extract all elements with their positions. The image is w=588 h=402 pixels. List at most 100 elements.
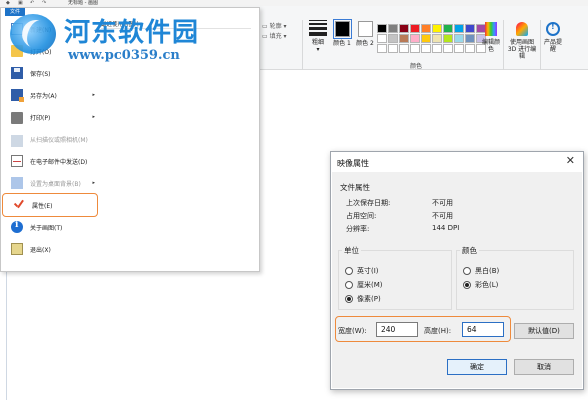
resolution-value: 144 DPI (432, 224, 460, 232)
palette-swatch[interactable] (465, 24, 475, 33)
last-saved-key: 上次保存日期: (346, 199, 391, 207)
width-input[interactable]: 240 (376, 322, 418, 337)
palette-swatch[interactable] (410, 24, 420, 33)
canvas-edge (6, 260, 7, 400)
file-menu-item[interactable]: 从扫描仪或照相机(M) (1, 128, 101, 150)
chevron-down-icon: ▾ (316, 46, 320, 53)
size-label: 粗细 (311, 39, 324, 46)
palette-swatch[interactable] (377, 24, 387, 33)
width-label: 宽度(W): (338, 327, 367, 335)
cancel-button[interactable]: 取消 (514, 359, 574, 375)
watermark-logo (10, 14, 56, 54)
unit-inches-radio[interactable]: 英寸(I) (345, 266, 379, 276)
palette-swatch[interactable] (410, 44, 420, 53)
unit-pixels-radio[interactable]: 像素(P) (345, 294, 381, 304)
edit-colors-label: 编辑颜色 (481, 39, 500, 53)
printer-icon (11, 112, 23, 124)
palette-swatch[interactable] (465, 34, 475, 43)
resolution-key: 分辨率: (346, 225, 370, 233)
palette-swatch[interactable] (443, 34, 453, 43)
palette-swatch[interactable] (432, 44, 442, 53)
watermark-url: www.pc0359.cn (68, 48, 180, 63)
palette-swatch[interactable] (388, 44, 398, 53)
colors-heading: 颜色 (460, 245, 479, 256)
palette-swatch[interactable] (421, 34, 431, 43)
file-menu-item[interactable]: 关于画图(T) (1, 216, 101, 238)
height-input[interactable]: 64 (462, 322, 504, 337)
close-icon[interactable]: ✕ (566, 155, 575, 167)
palette-swatch[interactable] (399, 34, 409, 43)
palette-swatch[interactable] (465, 44, 475, 53)
file-menu-item-label: 打印(P) (30, 114, 51, 122)
color-color-radio[interactable]: 彩色(L) (463, 280, 498, 290)
checkmark-icon (13, 199, 25, 211)
edit-colors-button[interactable]: 编辑颜色 (480, 22, 502, 53)
file-menu-item[interactable]: 保存(S) (1, 62, 101, 84)
dialog-body: 文件属性 上次保存日期: 不可用 占用空间: 不可用 分辨率: 144 DPI … (332, 172, 582, 388)
outline-dropdown[interactable]: ▭ 轮廓 ▾ (262, 22, 287, 32)
image-properties-dialog: 映像属性 ✕ 文件属性 上次保存日期: 不可用 占用空间: 不可用 分辨率: 1… (330, 151, 584, 390)
palette-swatch[interactable] (388, 24, 398, 33)
default-button[interactable]: 默认值(D) (514, 323, 574, 339)
ribbon-separator (540, 20, 541, 70)
file-menu-item-label: 关于画图(T) (30, 224, 63, 232)
palette-swatch[interactable] (421, 24, 431, 33)
file-menu-item-label: 另存为(A) (30, 92, 57, 100)
save-disk-icon (11, 67, 23, 79)
color-wheel-icon (485, 22, 497, 36)
chevron-right-icon: ▸ (92, 114, 95, 120)
palette-swatch[interactable] (399, 44, 409, 53)
file-menu-item[interactable]: 另存为(A) ▸ (1, 84, 101, 106)
palette-swatch[interactable] (421, 44, 431, 53)
palette-swatch[interactable] (377, 34, 387, 43)
color2-label: 颜色 2 (356, 40, 374, 47)
email-icon (11, 155, 23, 167)
info-icon (11, 220, 23, 233)
size-button[interactable]: 粗细 ▾ (306, 20, 330, 53)
paint3d-icon (516, 22, 528, 36)
desktop-background-icon (11, 177, 23, 189)
palette-swatch[interactable] (432, 34, 442, 43)
palette-swatch[interactable] (410, 34, 420, 43)
disk-size-key: 占用空间: (346, 212, 377, 220)
palette-swatch[interactable] (454, 24, 464, 33)
color1-button[interactable]: 颜色 1 (331, 19, 353, 47)
file-menu-item[interactable]: 退出(X) (1, 238, 101, 260)
product-alert-button[interactable]: 产品提醒 (542, 22, 564, 53)
palette-swatch[interactable] (432, 24, 442, 33)
exit-icon (11, 243, 23, 255)
file-menu-item-label: 设置为桌面背景(B) (30, 180, 81, 188)
palette-swatch[interactable] (388, 34, 398, 43)
last-saved-value: 不可用 (432, 199, 453, 207)
color2-button[interactable]: 颜色 2 (354, 21, 376, 47)
palette-group-label: 颜色 (410, 63, 423, 70)
chevron-right-icon: ▸ (92, 180, 95, 186)
unit-cm-radio[interactable]: 厘米(M) (345, 280, 383, 290)
disk-size-value: 不可用 (432, 212, 453, 220)
chevron-right-icon: ▸ (92, 92, 95, 98)
file-menu-item-label: 退出(X) (30, 246, 51, 254)
palette-swatch[interactable] (377, 44, 387, 53)
scanner-icon (11, 134, 23, 147)
file-menu-item[interactable]: 在电子邮件中发送(D) (1, 150, 101, 172)
paint3d-button[interactable]: 使用画图 3D 进行编辑 (505, 22, 539, 60)
palette-swatch[interactable] (443, 44, 453, 53)
file-menu-item[interactable]: 打印(P) ▸ (1, 106, 101, 128)
palette-swatch[interactable] (454, 44, 464, 53)
file-menu-item[interactable]: 设置为桌面背景(B) ▸ (1, 172, 101, 194)
file-menu-item-label: 属性(E) (32, 202, 53, 210)
palette-swatch[interactable] (399, 24, 409, 33)
file-menu-item-label: 保存(S) (30, 70, 51, 78)
file-tab[interactable]: 文件 (5, 8, 25, 16)
palette-swatch[interactable] (443, 24, 453, 33)
fill-dropdown[interactable]: ▭ 填充 ▾ (262, 32, 287, 42)
color1-swatch (332, 19, 352, 39)
file-menu-item[interactable]: 属性(E) (2, 193, 98, 217)
palette-swatch[interactable] (454, 34, 464, 43)
file-menu-item-label: 从扫描仪或照相机(M) (30, 136, 88, 144)
line-thickness-icon (309, 20, 327, 36)
ok-button[interactable]: 确定 (447, 359, 507, 375)
color-palette (377, 24, 494, 54)
file-attributes-heading: 文件属性 (340, 183, 370, 192)
color-bw-radio[interactable]: 黑白(B) (463, 266, 499, 276)
